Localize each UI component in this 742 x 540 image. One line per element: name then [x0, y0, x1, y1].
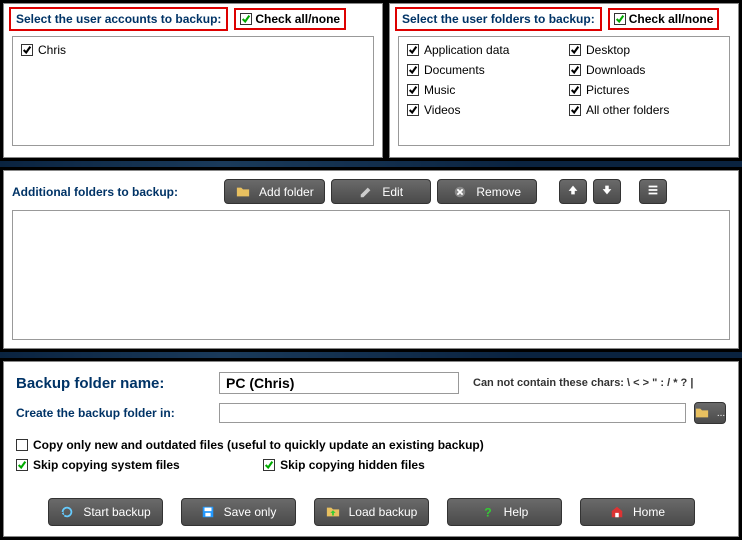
- checkbox-icon: [614, 13, 626, 25]
- list-item[interactable]: Documents: [407, 63, 559, 77]
- list-item-label: All other folders: [586, 103, 669, 117]
- checkbox-icon: [407, 84, 419, 96]
- add-folder-button[interactable]: Add folder: [224, 179, 325, 204]
- list-item-label: Music: [424, 83, 455, 97]
- arrow-down-icon: [600, 183, 614, 200]
- bottom-panel: Backup folder name: Can not contain thes…: [3, 361, 739, 537]
- list-item-label: Documents: [424, 63, 485, 77]
- accounts-panel: Select the user accounts to backup: Chec…: [3, 3, 383, 158]
- button-label: ...: [717, 408, 725, 419]
- folder-icon: [235, 184, 251, 200]
- load-icon: [325, 504, 341, 520]
- refresh-icon: [59, 504, 75, 520]
- accounts-list: Chris: [12, 36, 374, 146]
- menu-button[interactable]: [639, 179, 667, 204]
- checkbox-icon: [16, 459, 28, 471]
- browse-button[interactable]: ...: [694, 402, 726, 424]
- list-item-label: Application data: [424, 43, 509, 57]
- checkbox-icon: [21, 44, 33, 56]
- button-label: Remove: [476, 185, 521, 199]
- additional-folders-list[interactable]: [12, 210, 730, 340]
- arrow-up-icon: [566, 183, 580, 200]
- list-item[interactable]: Application data: [407, 43, 559, 57]
- checkbox-label: Copy only new and outdated files (useful…: [33, 438, 484, 452]
- checkbox-icon: [569, 104, 581, 116]
- skip-hidden-checkbox[interactable]: Skip copying hidden files: [263, 458, 425, 472]
- help-button[interactable]: ? Help: [447, 498, 562, 526]
- folders-check-all[interactable]: Check all/none: [608, 8, 720, 30]
- accounts-title: Select the user accounts to backup:: [9, 7, 228, 31]
- additional-panel: Additional folders to backup: Add folder…: [3, 170, 739, 349]
- checkbox-icon: [263, 459, 275, 471]
- checkbox-label: Skip copying system files: [33, 458, 180, 472]
- button-label: Help: [504, 505, 529, 519]
- remove-icon: [452, 184, 468, 200]
- list-item[interactable]: Chris: [21, 43, 365, 57]
- list-item-label: Desktop: [586, 43, 630, 57]
- button-label: Load backup: [349, 505, 418, 519]
- checkbox-icon: [569, 64, 581, 76]
- folders-check-all-label: Check all/none: [629, 12, 714, 26]
- save-only-button[interactable]: Save only: [181, 498, 296, 526]
- folders-panel: Select the user folders to backup: Check…: [389, 3, 739, 158]
- folders-list: Application data Desktop Documents Downl…: [398, 36, 730, 146]
- additional-title: Additional folders to backup:: [12, 185, 178, 199]
- help-icon: ?: [480, 504, 496, 520]
- start-backup-button[interactable]: Start backup: [48, 498, 163, 526]
- list-item[interactable]: All other folders: [569, 103, 721, 117]
- list-item[interactable]: Music: [407, 83, 559, 97]
- load-backup-button[interactable]: Load backup: [314, 498, 429, 526]
- remove-button[interactable]: Remove: [437, 179, 537, 204]
- home-icon: [609, 504, 625, 520]
- create-in-label: Create the backup folder in:: [16, 406, 211, 420]
- checkbox-icon: [569, 84, 581, 96]
- backup-name-label: Backup folder name:: [16, 375, 211, 392]
- create-in-input[interactable]: [219, 403, 686, 423]
- checkbox-icon: [407, 64, 419, 76]
- list-item-label: Pictures: [586, 83, 629, 97]
- checkbox-label: Skip copying hidden files: [280, 458, 425, 472]
- accounts-check-all[interactable]: Check all/none: [234, 8, 346, 30]
- folders-title: Select the user folders to backup:: [395, 7, 602, 31]
- button-label: Add folder: [259, 185, 314, 199]
- list-item[interactable]: Videos: [407, 103, 559, 117]
- list-item-label: Videos: [424, 103, 460, 117]
- checkbox-icon: [16, 439, 28, 451]
- checkbox-icon: [240, 13, 252, 25]
- copy-new-checkbox[interactable]: Copy only new and outdated files (useful…: [16, 438, 726, 452]
- edit-button[interactable]: Edit: [331, 179, 431, 204]
- checkbox-icon: [407, 104, 419, 116]
- move-down-button[interactable]: [593, 179, 621, 204]
- divider: [0, 161, 742, 167]
- checkbox-icon: [569, 44, 581, 56]
- button-label: Edit: [382, 185, 403, 199]
- divider: [0, 352, 742, 358]
- list-item-label: Chris: [38, 43, 66, 57]
- button-label: Home: [633, 505, 665, 519]
- move-up-button[interactable]: [559, 179, 587, 204]
- accounts-check-all-label: Check all/none: [255, 12, 340, 26]
- menu-icon: [646, 183, 660, 200]
- list-item[interactable]: Desktop: [569, 43, 721, 57]
- edit-icon: [358, 184, 374, 200]
- backup-name-input[interactable]: [219, 372, 459, 394]
- svg-text:?: ?: [484, 505, 491, 519]
- backup-name-hint: Can not contain these chars: \ < > " : /…: [473, 377, 693, 389]
- list-item[interactable]: Pictures: [569, 83, 721, 97]
- button-label: Save only: [224, 505, 277, 519]
- home-button[interactable]: Home: [580, 498, 695, 526]
- list-item-label: Downloads: [586, 63, 645, 77]
- checkbox-icon: [407, 44, 419, 56]
- skip-system-checkbox[interactable]: Skip copying system files: [16, 458, 180, 472]
- button-label: Start backup: [83, 505, 150, 519]
- list-item[interactable]: Downloads: [569, 63, 721, 77]
- folder-icon: [695, 405, 709, 421]
- save-icon: [200, 504, 216, 520]
